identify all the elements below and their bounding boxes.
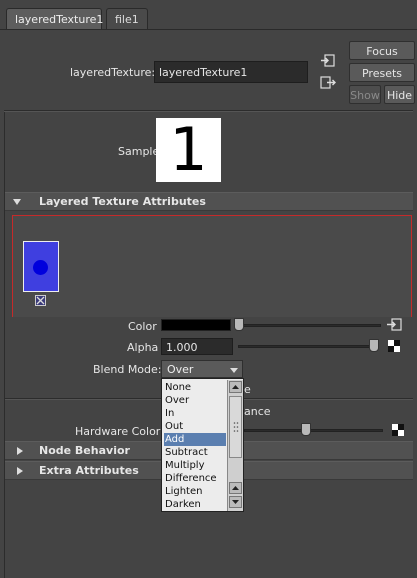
hidden-label-fragment: ance: [244, 405, 271, 418]
section-title: Extra Attributes: [39, 464, 139, 477]
frame-border: [4, 112, 5, 578]
checker-icon[interactable]: [392, 424, 404, 436]
tab-label: file1: [115, 13, 139, 26]
menu-item-difference[interactable]: Difference: [164, 472, 226, 485]
dropdown-arrow-icon: [230, 368, 238, 373]
texture-map-icon[interactable]: [386, 318, 402, 332]
blend-mode-menu: None Over In Out Add Subtract Multiply D…: [161, 378, 244, 512]
tab-file1[interactable]: file1: [106, 8, 148, 30]
focus-button[interactable]: Focus: [349, 41, 415, 60]
scroll-up-button[interactable]: [229, 381, 242, 393]
layer-remove-icon[interactable]: [35, 295, 46, 306]
blend-mode-dropdown[interactable]: Over: [161, 360, 243, 378]
map-output-icon[interactable]: [320, 76, 336, 90]
tab-layeredtexture1[interactable]: layeredTexture1: [6, 8, 104, 30]
alpha-label: Alpha: [127, 341, 159, 354]
scroll-up-icon: [232, 385, 239, 389]
scroll-thumb[interactable]: [229, 396, 242, 458]
alpha-slider-handle[interactable]: [369, 339, 379, 352]
alpha-slider-track[interactable]: [238, 345, 378, 348]
expand-arrow-icon: [17, 447, 23, 455]
layer-panel: [12, 215, 412, 317]
collapse-arrow-icon: [13, 199, 21, 205]
menu-item-over[interactable]: Over: [164, 394, 226, 407]
expand-arrow-icon: [17, 467, 23, 475]
node-name-field[interactable]: layeredTexture1: [154, 61, 308, 83]
menu-item-lighten[interactable]: Lighten: [164, 485, 226, 498]
hardware-color-slider-track[interactable]: [244, 429, 383, 432]
menu-item-add[interactable]: Add: [164, 433, 226, 446]
sample-label: Sample: [118, 145, 160, 158]
color-slider-handle[interactable]: [234, 318, 244, 331]
section-title: Layered Texture Attributes: [39, 195, 206, 208]
menu-item-none[interactable]: None: [164, 381, 226, 394]
color-label: Color: [128, 320, 157, 333]
menu-item-in[interactable]: In: [164, 407, 226, 420]
sample-swatch[interactable]: 1: [156, 118, 221, 182]
alpha-field[interactable]: 1.000: [161, 338, 233, 355]
blend-mode-value: Over: [167, 363, 194, 376]
blend-mode-label: Blend Mode:: [93, 363, 162, 376]
checker-icon[interactable]: [388, 340, 400, 352]
section-layered-texture-attributes[interactable]: Layered Texture Attributes: [5, 192, 413, 211]
hardware-color-slider-handle[interactable]: [301, 423, 311, 436]
show-button[interactable]: Show: [349, 85, 381, 104]
menu-scrollbar[interactable]: [227, 380, 243, 511]
hardware-color-label: Hardware Color: [75, 425, 161, 438]
presets-button[interactable]: Presets: [349, 63, 415, 82]
attribute-editor: layeredTexture1 file1 layeredTexture: la…: [0, 0, 417, 578]
tab-label: layeredTexture1: [15, 13, 104, 26]
map-input-icon[interactable]: [320, 54, 336, 68]
menu-item-multiply[interactable]: Multiply: [164, 459, 226, 472]
scroll-up-icon: [232, 486, 239, 490]
section-title: Node Behavior: [39, 444, 130, 457]
node-name-label: layeredTexture:: [70, 66, 156, 79]
scroll-up-button[interactable]: [229, 482, 242, 494]
color-swatch[interactable]: [161, 319, 231, 331]
menu-item-subtract[interactable]: Subtract: [164, 446, 226, 459]
hidden-label-fragment: e: [244, 383, 251, 396]
scroll-down-button[interactable]: [229, 496, 242, 508]
layer-swatch[interactable]: [23, 241, 59, 292]
menu-item-darken[interactable]: Darken: [164, 498, 226, 511]
grip-icon: [233, 422, 239, 432]
tab-strip: layeredTexture1 file1: [0, 0, 417, 32]
header-divider-highlight: [4, 111, 413, 112]
layer-dot: [33, 260, 48, 275]
hide-button[interactable]: Hide: [384, 85, 415, 104]
scroll-down-icon: [232, 500, 239, 504]
tab-divider: [0, 29, 417, 30]
color-slider-track[interactable]: [238, 324, 381, 327]
menu-item-out[interactable]: Out: [164, 420, 226, 433]
